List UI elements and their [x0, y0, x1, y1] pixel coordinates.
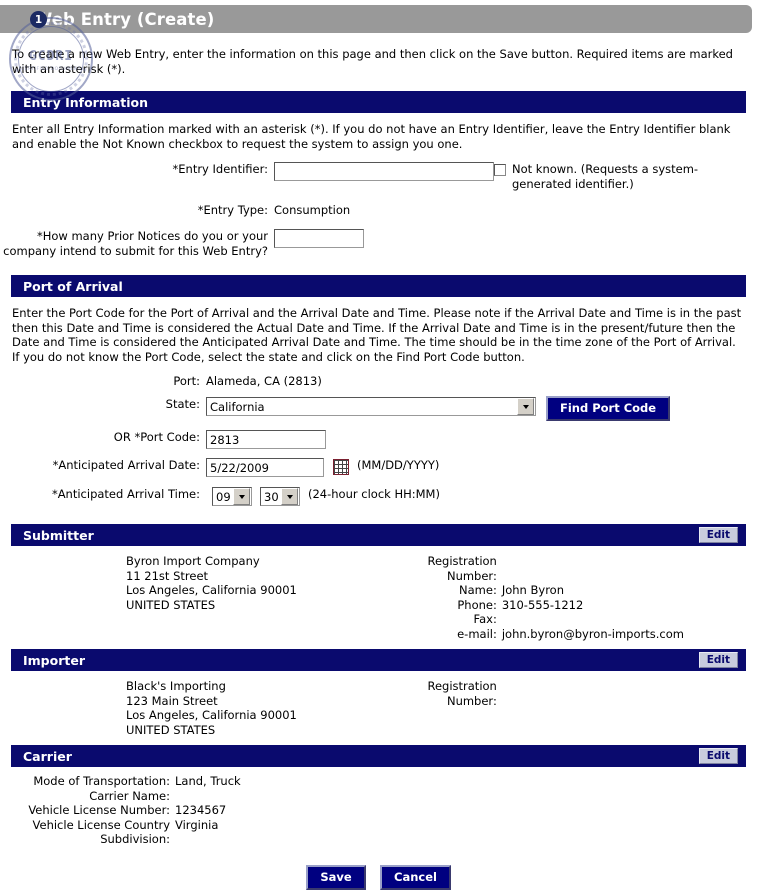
section-title-importer: Importer — [23, 652, 85, 668]
submitter-field-key: Fax: — [473, 612, 497, 626]
submitter-field-row: e-mail: john.byron@byron-imports.com — [425, 627, 684, 642]
carrier-row-key: Mode of Transportation: — [33, 774, 170, 788]
time-format-hint: (24-hour clock HH:MM) — [308, 487, 440, 501]
submitter-field-row: Phone: 310-555-1212 — [425, 598, 684, 613]
not-known-checkbox[interactable] — [494, 164, 506, 176]
arrival-date-label: *Anticipated Arrival Date: — [52, 458, 200, 472]
section-title-entry-information: Entry Information — [23, 94, 149, 110]
importer-fields: Registration Number: — [425, 679, 502, 737]
section-title-carrier: Carrier — [23, 748, 72, 764]
section-header-submitter: Submitter Edit — [11, 524, 746, 546]
state-select-value: California — [210, 399, 265, 414]
carrier-row-value: Virginia — [175, 817, 219, 832]
step-number-badge: 1 — [30, 11, 47, 28]
submitter-field-value: john.byron@byron-imports.com — [501, 626, 684, 641]
arrival-date-row: *Anticipated Arrival Date: (MM/DD/YYYY) — [0, 458, 757, 477]
port-label: Port: — [173, 374, 200, 388]
arrival-time-label: *Anticipated Arrival Time: — [51, 487, 200, 501]
carrier-row-key: Carrier Name: — [89, 788, 170, 803]
port-value: Alameda, CA (2813) — [206, 374, 322, 388]
section-header-importer: Importer Edit — [11, 649, 746, 671]
entry-type-label: *Entry Type: — [197, 203, 268, 217]
prior-notices-label: *How many Prior Notices do you or your c… — [3, 229, 268, 258]
state-label: State: — [165, 397, 200, 411]
arrival-time-row: *Anticipated Arrival Time: 09 30 (24-hou… — [0, 487, 757, 506]
section-title-port-of-arrival: Port of Arrival — [23, 278, 123, 294]
section-header-carrier: Carrier Edit — [11, 745, 746, 767]
state-select[interactable]: California — [206, 397, 536, 416]
date-format-hint: (MM/DD/YYYY) — [357, 458, 440, 472]
section-title-submitter: Submitter — [23, 527, 94, 543]
submitter-field-row: Name: John Byron — [425, 583, 684, 598]
port-code-label: OR *Port Code: — [113, 430, 200, 444]
importer-field-row: Registration Number: — [425, 679, 502, 708]
entry-identifier-label: *Entry Identifier: — [172, 162, 268, 176]
submitter-field-row: Registration Number: — [425, 554, 684, 583]
state-row: State: California Find Port Code — [0, 396, 757, 421]
carrier-row-value: 1234567 — [175, 803, 227, 817]
carrier-row-value: Land, Truck — [175, 774, 241, 788]
submitter-field-row: Fax: — [425, 612, 684, 627]
submitter-field-key: Phone: — [457, 597, 497, 612]
save-button[interactable]: Save — [306, 864, 367, 890]
carrier-panel: Mode of Transportation: Land, Truck Carr… — [0, 767, 757, 847]
carrier-edit-button[interactable]: Edit — [698, 748, 738, 764]
carrier-row-key: Vehicle License Number: — [28, 803, 170, 817]
carrier-row-key: Vehicle License Country Subdivision: — [32, 817, 170, 847]
find-port-code-button[interactable]: Find Port Code — [546, 396, 671, 421]
submitter-field-key: Registration Number: — [427, 554, 497, 583]
arrival-hour-select[interactable]: 09 — [212, 487, 252, 506]
calendar-icon[interactable] — [333, 459, 349, 475]
chevron-down-icon[interactable] — [233, 488, 250, 505]
prior-notices-row: *How many Prior Notices do you or your c… — [0, 229, 757, 259]
not-known-label: Not known. (Requests a system-generated … — [512, 162, 699, 191]
importer-edit-button[interactable]: Edit — [698, 652, 738, 668]
section-header-entry-information: Entry Information — [11, 91, 746, 113]
submitter-field-value: 310-555-1212 — [501, 597, 584, 612]
entry-information-description: Enter all Entry Information marked with … — [12, 122, 731, 151]
submitter-address: Byron Import Company 11 21st Street Los … — [126, 554, 297, 612]
submitter-panel: Byron Import Company 11 21st Street Los … — [0, 546, 757, 647]
importer-panel: Black's Importing 123 Main Street Los An… — [0, 671, 757, 743]
chevron-down-icon[interactable] — [281, 488, 298, 505]
chevron-down-icon[interactable] — [517, 398, 534, 415]
prior-notices-input[interactable] — [274, 229, 364, 248]
entry-type-row: *Entry Type: Consumption — [0, 203, 757, 218]
entry-identifier-row: *Entry Identifier: Not known. (Requests … — [0, 162, 757, 192]
carrier-row: Carrier Name: — [0, 789, 757, 804]
importer-field-key: Registration Number: — [427, 679, 497, 708]
submitter-edit-button[interactable]: Edit — [698, 527, 738, 543]
submitter-field-key: Name: — [459, 583, 497, 597]
arrival-minute-select[interactable]: 30 — [260, 487, 300, 506]
cancel-button[interactable]: Cancel — [380, 864, 451, 890]
carrier-row: Mode of Transportation: Land, Truck — [0, 774, 757, 789]
submitter-fields: Registration Number: Name: John Byron Ph… — [425, 554, 684, 642]
entry-type-value: Consumption — [274, 203, 351, 217]
port-code-row: OR *Port Code: — [0, 430, 757, 449]
port-of-arrival-description: Enter the Port Code for the Port of Arri… — [12, 306, 742, 364]
importer-address: Black's Importing 123 Main Street Los An… — [126, 679, 297, 737]
submitter-field-value: John Byron — [501, 583, 564, 597]
page-intro-text: To create a new Web Entry, enter the inf… — [12, 47, 733, 76]
arrival-minute-value: 30 — [264, 489, 279, 504]
arrival-hour-value: 09 — [216, 489, 231, 504]
submitter-field-key: e-mail: — [457, 626, 497, 641]
port-row: Port: Alameda, CA (2813) — [0, 374, 757, 389]
footer-button-bar: Save Cancel — [0, 864, 757, 890]
section-header-port-of-arrival: Port of Arrival — [11, 275, 746, 297]
arrival-date-input[interactable] — [206, 458, 324, 477]
carrier-row: Vehicle License Number: 1234567 — [0, 803, 757, 818]
entry-identifier-input[interactable] — [274, 162, 494, 181]
page-titlebar: 1 Web Entry (Create) — [0, 5, 752, 33]
carrier-row: Vehicle License Country Subdivision: Vir… — [0, 818, 757, 847]
port-code-input[interactable] — [206, 430, 326, 449]
